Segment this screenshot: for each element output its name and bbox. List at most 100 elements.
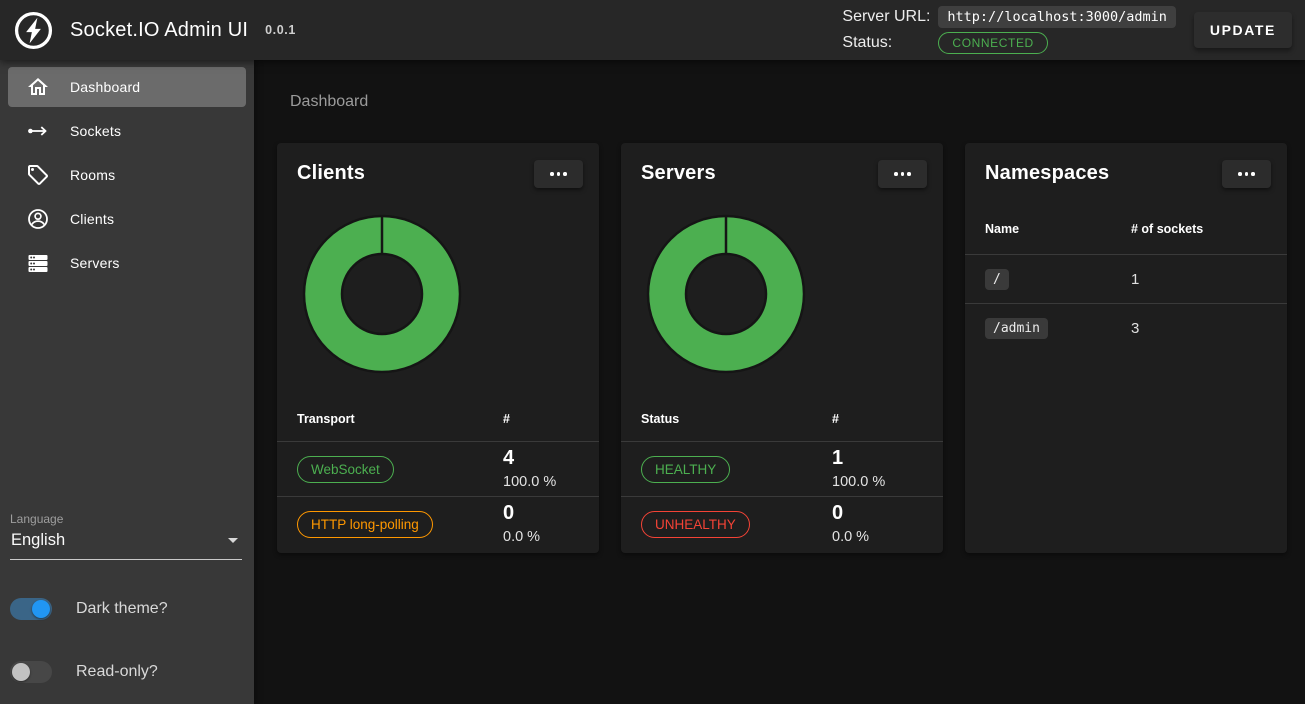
- table-row: HTTP long-polling 0 0.0 %: [277, 496, 599, 551]
- card-header: Namespaces: [965, 143, 1287, 188]
- count-value: 4: [503, 446, 556, 470]
- clients-table: Transport # WebSocket 4 100.0 % HTTP lon…: [277, 397, 599, 551]
- transport-badge: WebSocket: [297, 456, 394, 483]
- count-value: 1: [832, 446, 885, 470]
- card-header: Clients: [277, 143, 599, 188]
- percent-value: 0.0 %: [503, 527, 540, 547]
- clients-more-options-button[interactable]: [534, 160, 583, 188]
- socketio-logo-icon: [13, 10, 54, 51]
- breadcrumb: Dashboard: [290, 93, 1305, 111]
- server-url-label: Server URL:: [842, 8, 930, 26]
- read-only-label: Read-only?: [76, 663, 158, 681]
- sidebar-item-clients[interactable]: Clients: [8, 199, 246, 239]
- socket-count: 3: [1131, 320, 1139, 337]
- servers-more-options-button[interactable]: [878, 160, 927, 188]
- app-version: 0.0.1: [265, 23, 296, 37]
- table-row: HEALTHY 1 100.0 %: [621, 441, 943, 496]
- dark-theme-row: Dark theme?: [10, 597, 242, 621]
- column-header: Transport: [297, 412, 355, 426]
- namespace-chip: /admin: [985, 318, 1048, 339]
- card-header: Servers: [621, 143, 943, 188]
- status-label: Status:: [842, 34, 892, 52]
- connection-info: Server URL: http://localhost:3000/admin …: [842, 6, 1175, 54]
- tag-icon: [26, 163, 50, 187]
- toggle-thumb: [32, 600, 50, 618]
- socket-count: 1: [1131, 271, 1139, 288]
- status-badge: UNHEALTHY: [641, 511, 750, 538]
- dark-theme-toggle[interactable]: [10, 598, 52, 620]
- table-header-row: Name # of sockets: [965, 204, 1287, 254]
- read-only-row: Read-only?: [10, 660, 242, 684]
- read-only-toggle[interactable]: [10, 661, 52, 683]
- ellipsis-icon: [901, 172, 905, 176]
- count-value: 0: [503, 501, 540, 525]
- language-label: Language: [10, 512, 242, 526]
- sidebar-item-label: Dashboard: [70, 79, 140, 95]
- app-title: Socket.IO Admin UI: [70, 19, 248, 42]
- sidebar-item-label: Sockets: [70, 123, 121, 139]
- table-header-row: Status #: [621, 397, 943, 441]
- toggle-thumb: [12, 663, 30, 681]
- dashboard-cards: Clients: [277, 143, 1305, 553]
- card-title: Namespaces: [985, 162, 1109, 185]
- sidebar-item-label: Servers: [70, 255, 120, 271]
- ellipsis-icon: [563, 172, 567, 176]
- namespaces-more-options-button[interactable]: [1222, 160, 1271, 188]
- servers-table: Status # HEALTHY 1 100.0 % UNHEALTHY: [621, 397, 943, 551]
- clients-card: Clients: [277, 143, 599, 553]
- transport-badge: HTTP long-polling: [297, 511, 433, 538]
- language-select[interactable]: English: [10, 528, 242, 560]
- table-row: / 1: [965, 254, 1287, 303]
- clients-donut-chart: [302, 214, 462, 374]
- percent-value: 100.0 %: [832, 472, 885, 492]
- app-root: Socket.IO Admin UI 0.0.1 Server URL: htt…: [0, 0, 1305, 704]
- table-row: /admin 3: [965, 303, 1287, 352]
- table-row: WebSocket 4 100.0 %: [277, 441, 599, 496]
- namespace-chip: /: [985, 269, 1009, 290]
- servers-donut-chart: [646, 214, 806, 374]
- column-header: #: [503, 412, 510, 426]
- count-value: 0: [832, 501, 869, 525]
- update-button[interactable]: UPDATE: [1194, 12, 1292, 48]
- sidebar-item-rooms[interactable]: Rooms: [8, 155, 246, 195]
- column-header: Name: [985, 222, 1019, 236]
- server-url-value: http://localhost:3000/admin: [938, 6, 1175, 28]
- account-circle-icon: [26, 207, 50, 231]
- chevron-down-icon: [228, 538, 238, 543]
- percent-value: 0.0 %: [832, 527, 869, 547]
- app-bar: Socket.IO Admin UI 0.0.1 Server URL: htt…: [0, 0, 1305, 60]
- ellipsis-icon: [1251, 172, 1255, 176]
- ellipsis-icon: [1245, 172, 1249, 176]
- column-header: #: [832, 412, 839, 426]
- ray-start-arrow-icon: [26, 119, 50, 143]
- column-header: # of sockets: [1131, 222, 1203, 236]
- sidebar-item-label: Clients: [70, 211, 114, 227]
- sidebar-item-dashboard[interactable]: Dashboard: [8, 67, 246, 107]
- server-icon: [26, 251, 50, 275]
- card-title: Clients: [297, 162, 365, 185]
- status-badge: HEALTHY: [641, 456, 730, 483]
- ellipsis-icon: [550, 172, 554, 176]
- body-row: Dashboard Sockets Rooms: [0, 60, 1305, 704]
- percent-value: 100.0 %: [503, 472, 556, 492]
- sidebar-item-label: Rooms: [70, 167, 115, 183]
- dark-theme-label: Dark theme?: [76, 600, 168, 618]
- ellipsis-icon: [907, 172, 911, 176]
- sidebar-bottom: Language English Dark theme? Read-only?: [0, 512, 254, 704]
- language-value: English: [11, 531, 65, 550]
- card-title: Servers: [641, 162, 716, 185]
- sidebar-item-sockets[interactable]: Sockets: [8, 111, 246, 151]
- servers-card: Servers: [621, 143, 943, 553]
- sidebar: Dashboard Sockets Rooms: [0, 60, 254, 704]
- status-badge: CONNECTED: [938, 32, 1047, 54]
- ellipsis-icon: [1238, 172, 1242, 176]
- table-header-row: Transport #: [277, 397, 599, 441]
- ellipsis-icon: [557, 172, 561, 176]
- namespaces-table: Name # of sockets / 1 /admin 3: [965, 204, 1287, 352]
- column-header: Status: [641, 412, 679, 426]
- table-row: UNHEALTHY 0 0.0 %: [621, 496, 943, 551]
- home-icon: [26, 75, 50, 99]
- ellipsis-icon: [894, 172, 898, 176]
- main-content: Dashboard Clients: [254, 60, 1305, 704]
- sidebar-item-servers[interactable]: Servers: [8, 243, 246, 283]
